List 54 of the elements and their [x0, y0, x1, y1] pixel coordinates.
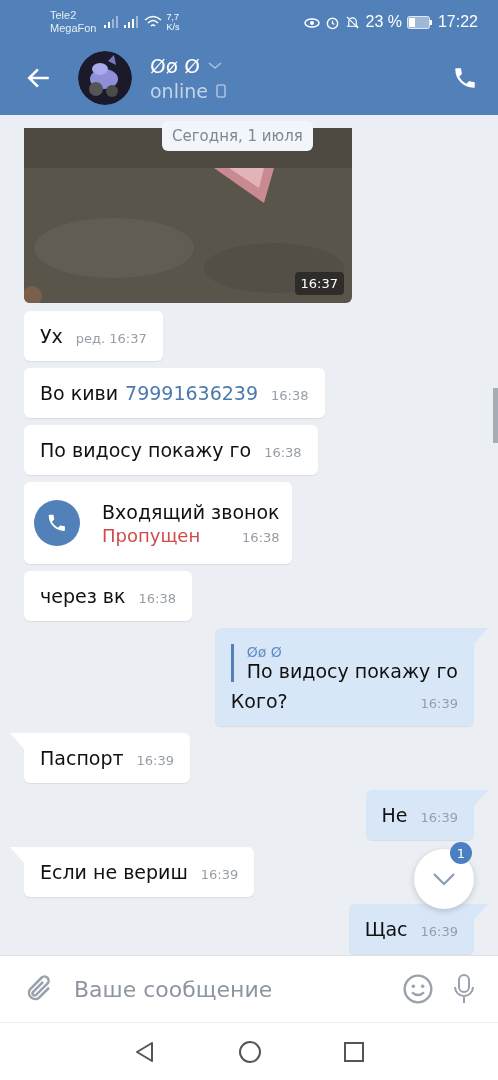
message-text: через вк	[40, 585, 126, 607]
emoji-icon[interactable]	[402, 973, 434, 1005]
message-text: Кого?	[230, 690, 288, 712]
phone-icon[interactable]	[34, 500, 80, 546]
call-status: Пропущен	[102, 524, 201, 546]
photo-time: 16:37	[294, 272, 344, 295]
back-icon[interactable]	[134, 1040, 156, 1063]
call-title: Входящий звонок	[102, 500, 280, 523]
message-time: ред. 16:37	[75, 331, 147, 346]
signal-icon	[104, 16, 121, 28]
message-time: 16:39	[420, 924, 458, 939]
message-time: 16:39	[136, 753, 175, 768]
chevron-down-icon	[432, 872, 456, 886]
contact-name[interactable]: Øø Ø	[150, 53, 201, 78]
phone-device-icon	[215, 83, 226, 98]
microphone-icon[interactable]	[452, 972, 476, 1006]
message-time: 16:38	[242, 529, 280, 545]
carrier-name: Tele2	[50, 9, 78, 22]
message-text: Если не вериш	[40, 861, 188, 883]
message-time: 16:38	[271, 388, 309, 403]
date-label: Сегодня, 1 июля	[162, 121, 313, 151]
carrier-name: MegaFon	[50, 22, 97, 35]
wifi-icon	[144, 15, 163, 29]
signal-icon	[124, 16, 141, 28]
home-icon[interactable]	[238, 1039, 262, 1064]
scrollbar[interactable]	[493, 388, 498, 443]
message-text: По видосу покажу го	[40, 439, 252, 461]
message-time: 16:39	[420, 810, 458, 825]
message-text: Во киви	[40, 382, 119, 404]
message-time: 16:38	[264, 445, 302, 460]
speed-unit: K/s	[166, 22, 180, 32]
online-status: online	[150, 79, 208, 102]
eye-icon	[304, 16, 321, 28]
clock: 17:22	[437, 13, 478, 31]
message-input[interactable]: Ваше сообщение	[72, 975, 384, 1003]
quote-author: Øø Ø	[246, 644, 283, 660]
battery-percent: 23 %	[365, 13, 402, 31]
chevron-down-icon[interactable]	[208, 61, 223, 70]
message-time: 16:39	[200, 867, 239, 882]
phone-link[interactable]: 79991636239	[125, 382, 259, 404]
message-time: 16:39	[420, 696, 458, 711]
muted-bell-icon	[345, 14, 361, 30]
battery-icon	[406, 15, 433, 29]
scroll-down-button[interactable]	[414, 849, 474, 909]
quoted-text: По видосу покажу го	[246, 660, 458, 682]
unread-badge: 1	[450, 842, 472, 864]
message-composer[interactable]: Ваше сообщение	[0, 955, 498, 1022]
recent-apps-icon[interactable]	[344, 1041, 364, 1062]
message-text: Паспорт	[40, 747, 124, 769]
message-time: 16:38	[138, 591, 176, 606]
message-text: Ух	[40, 325, 63, 347]
message-text: Не	[381, 804, 408, 826]
network-speed: 7,7	[166, 12, 180, 22]
message-text: Щас	[364, 918, 408, 940]
